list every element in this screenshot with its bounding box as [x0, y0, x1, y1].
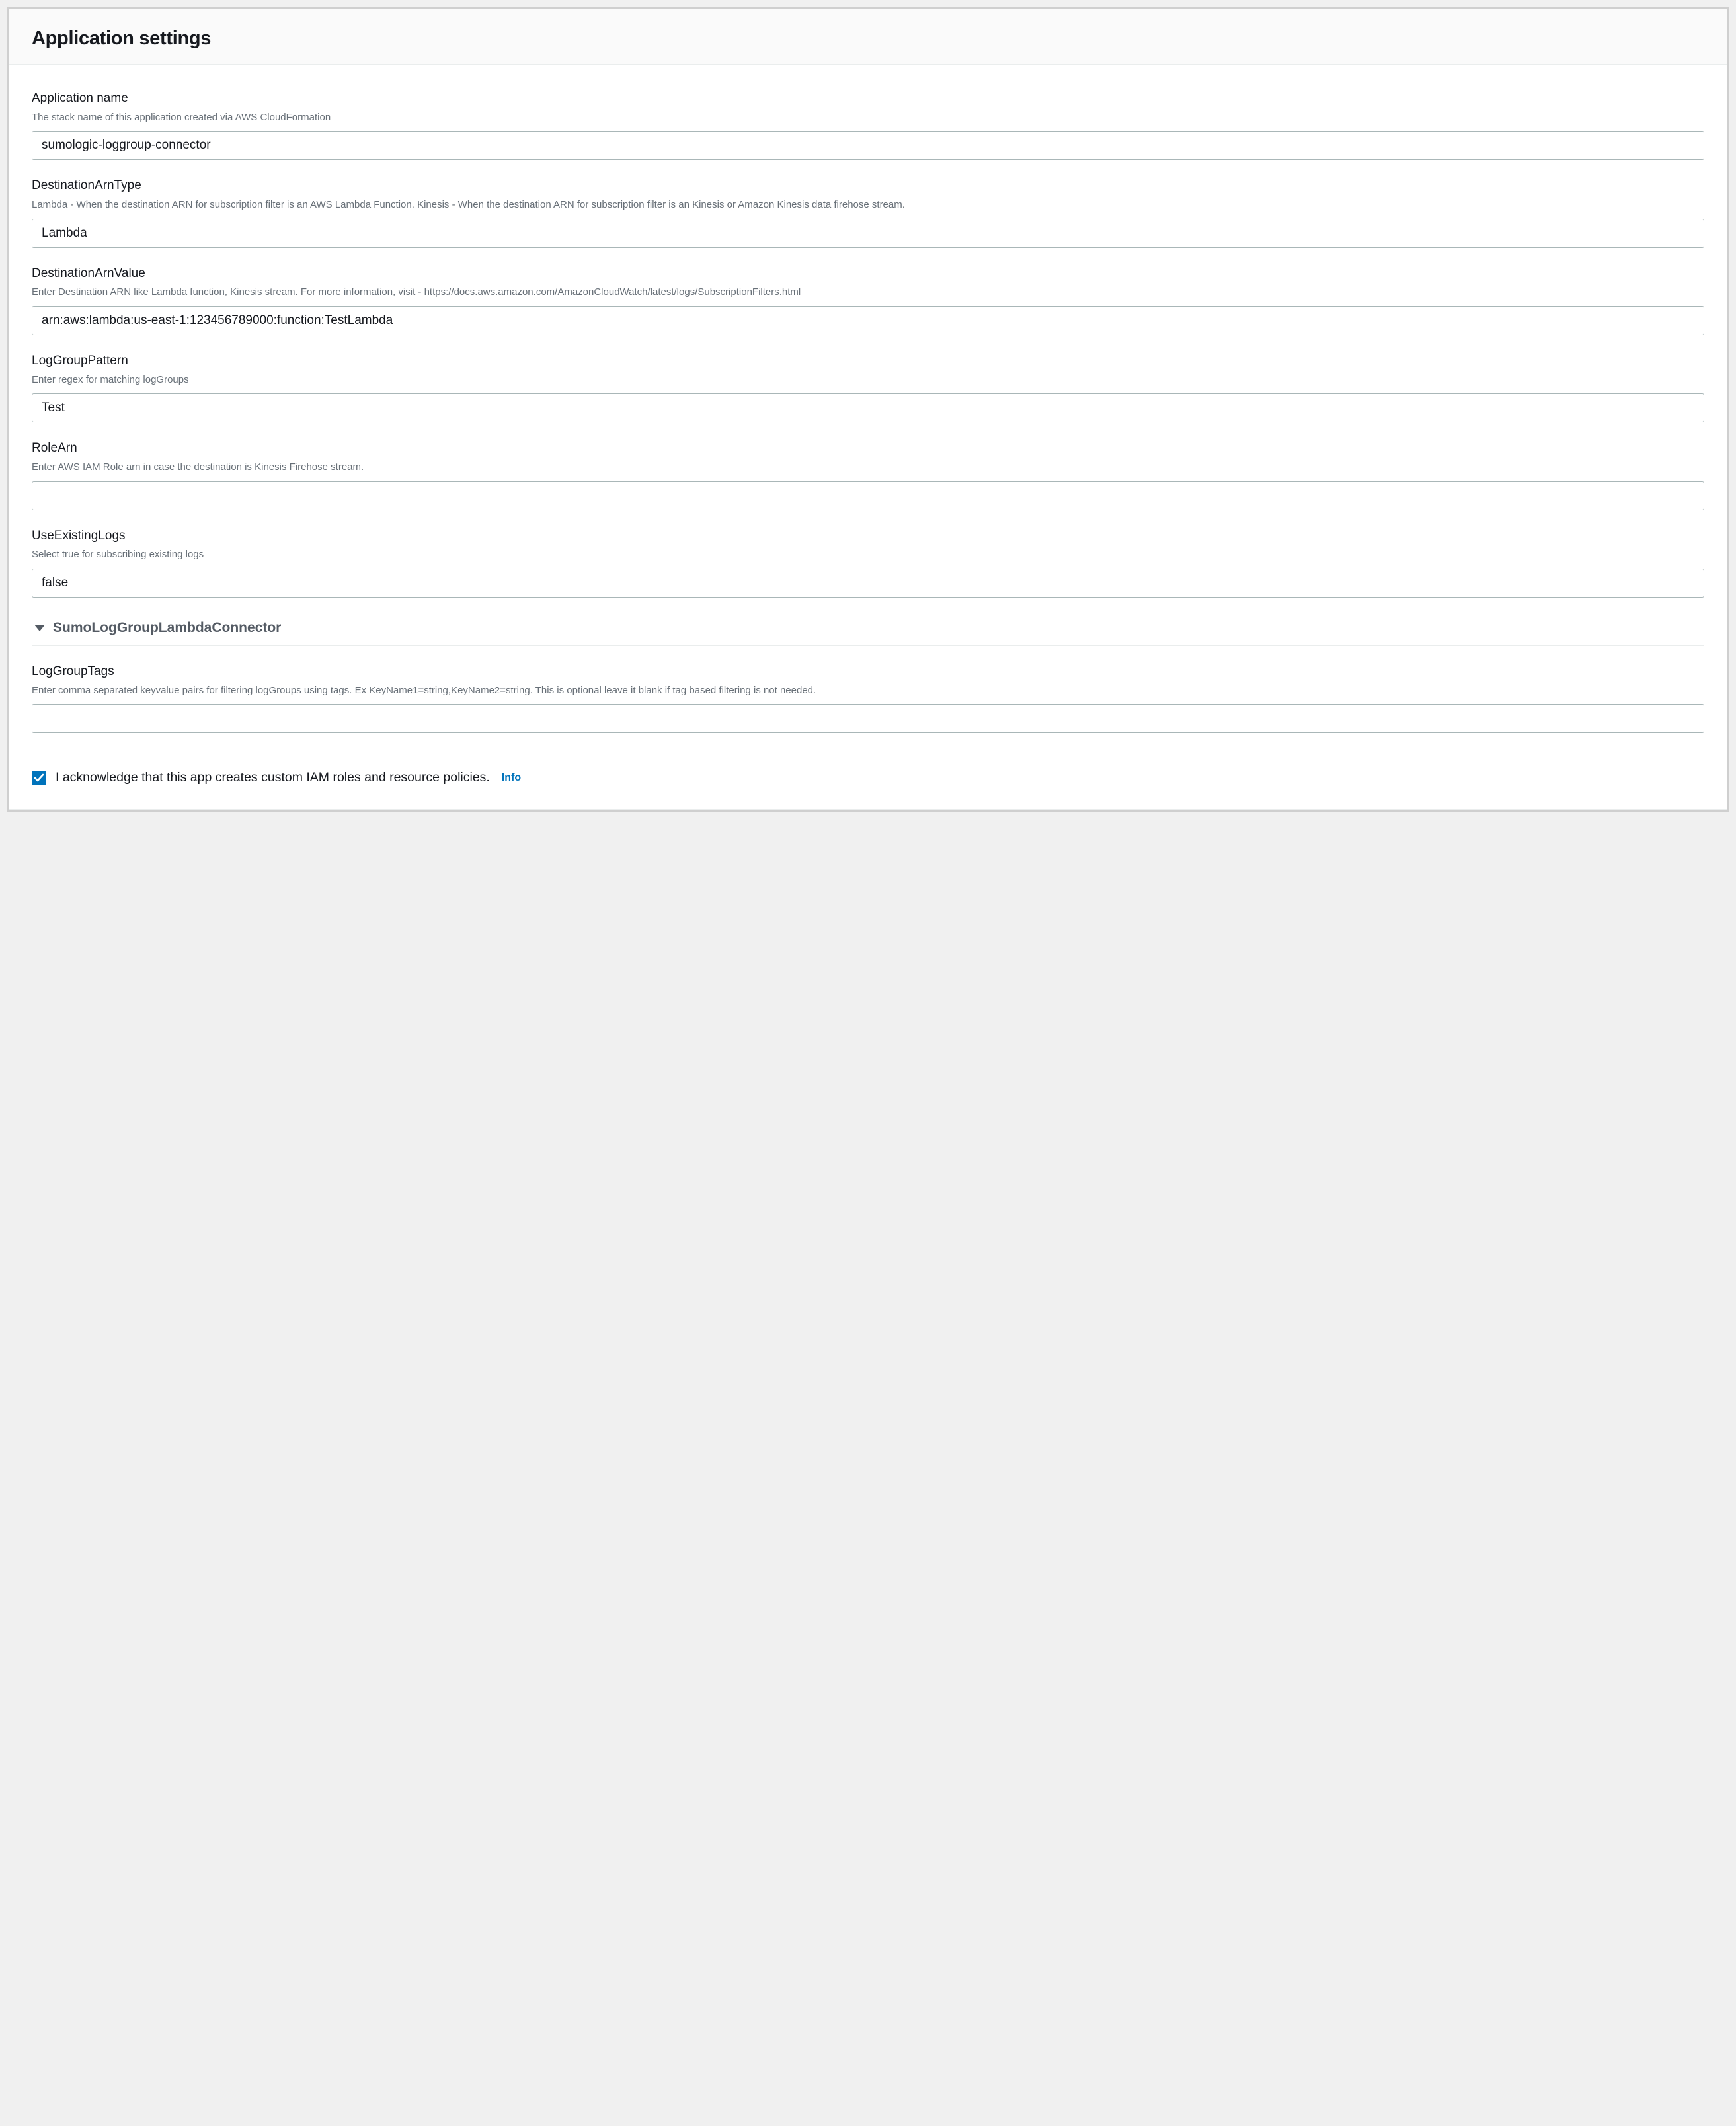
field-log-group-pattern: LogGroupPattern Enter regex for matching… [32, 352, 1704, 422]
field-log-group-tags: LogGroupTags Enter comma separated keyva… [32, 663, 1704, 733]
field-use-existing-logs: UseExistingLogs Select true for subscrib… [32, 528, 1704, 598]
application-name-input[interactable] [32, 131, 1704, 160]
page-title: Application settings [32, 28, 1704, 50]
log-group-tags-label: LogGroupTags [32, 663, 1704, 681]
settings-panel: Application settings Application name Th… [9, 9, 1727, 810]
settings-panel-frame: Application settings Application name Th… [7, 7, 1729, 812]
destination-arn-value-desc: Enter Destination ARN like Lambda functi… [32, 285, 1704, 299]
info-link[interactable]: Info [502, 772, 521, 784]
field-destination-arn-type: DestinationArnType Lambda - When the des… [32, 177, 1704, 247]
use-existing-logs-desc: Select true for subscribing existing log… [32, 547, 1704, 562]
acknowledgement-row: I acknowledge that this app creates cust… [32, 770, 1704, 785]
use-existing-logs-input[interactable] [32, 569, 1704, 598]
destination-arn-value-input[interactable] [32, 306, 1704, 335]
application-name-desc: The stack name of this application creat… [32, 110, 1704, 125]
role-arn-input[interactable] [32, 481, 1704, 510]
destination-arn-value-label: DestinationArnValue [32, 265, 1704, 283]
nested-section-title: SumoLogGroupLambdaConnector [53, 620, 281, 636]
destination-arn-type-input[interactable] [32, 219, 1704, 248]
destination-arn-type-desc: Lambda - When the destination ARN for su… [32, 198, 1704, 212]
field-destination-arn-value: DestinationArnValue Enter Destination AR… [32, 265, 1704, 335]
acknowledgement-text: I acknowledge that this app creates cust… [56, 770, 490, 785]
panel-header: Application settings [9, 9, 1727, 65]
field-application-name: Application name The stack name of this … [32, 90, 1704, 160]
panel-body: Application name The stack name of this … [9, 65, 1727, 809]
log-group-tags-input[interactable] [32, 704, 1704, 733]
destination-arn-type-label: DestinationArnType [32, 177, 1704, 195]
log-group-tags-desc: Enter comma separated keyvalue pairs for… [32, 684, 1704, 698]
nested-section-header[interactable]: SumoLogGroupLambdaConnector [32, 620, 1704, 646]
application-name-label: Application name [32, 90, 1704, 108]
caret-down-icon [34, 625, 45, 631]
field-role-arn: RoleArn Enter AWS IAM Role arn in case t… [32, 440, 1704, 510]
role-arn-label: RoleArn [32, 440, 1704, 457]
log-group-pattern-label: LogGroupPattern [32, 352, 1704, 370]
log-group-pattern-desc: Enter regex for matching logGroups [32, 373, 1704, 387]
use-existing-logs-label: UseExistingLogs [32, 528, 1704, 545]
role-arn-desc: Enter AWS IAM Role arn in case the desti… [32, 460, 1704, 475]
log-group-pattern-input[interactable] [32, 393, 1704, 422]
acknowledgement-checkbox[interactable] [32, 771, 46, 785]
checkmark-icon [34, 773, 44, 783]
